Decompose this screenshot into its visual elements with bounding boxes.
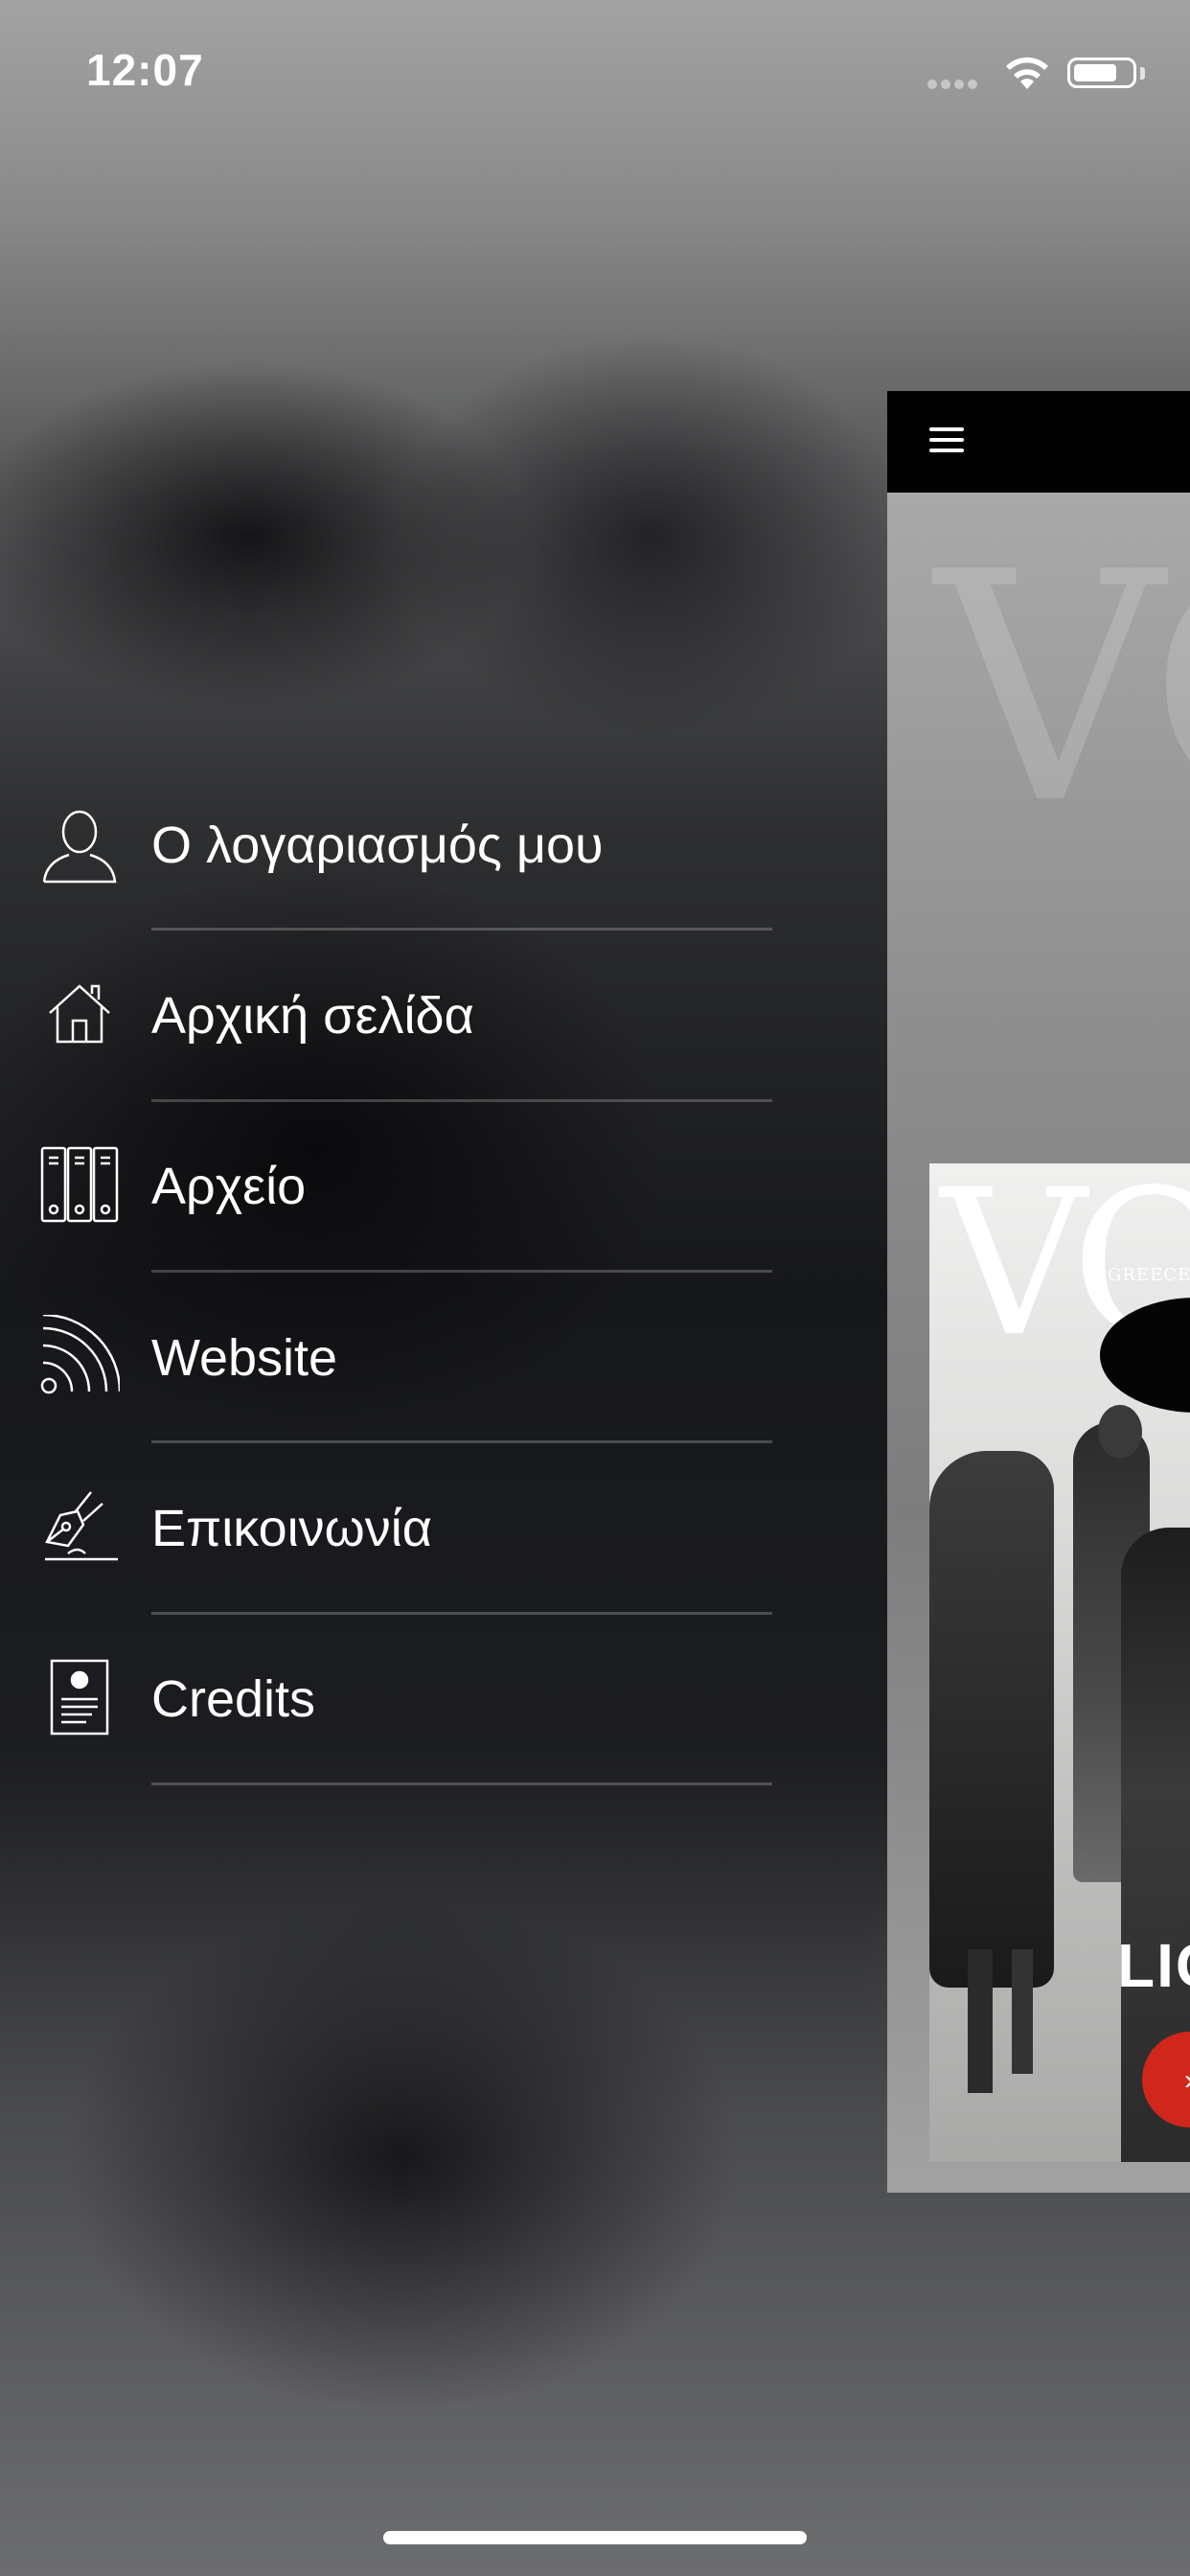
battery-icon [1067,58,1136,88]
menu-divider [151,1612,772,1615]
status-time: 12:07 [86,45,204,95]
menu-divider [151,1270,772,1273]
cover-horse-figure [929,1451,1054,1988]
status-bar: 12:07 [0,0,1190,144]
background-logo: VO [935,505,1190,873]
user-icon [38,803,121,886]
cover-subtitle: GREECE [1108,1265,1190,1285]
cover-headline: LIG [1117,1931,1190,2000]
home-indicator[interactable] [383,2531,807,2544]
menu-divider [151,1440,772,1443]
menu-item-label: Ο λογαριασμός μου [151,816,604,874]
menu-item-website[interactable]: Website [0,1276,776,1446]
home-icon [38,973,121,1055]
preview-nav-bar [887,391,1190,493]
menu-item-archive[interactable]: Αρχείο [0,1105,776,1276]
id-card-icon [38,1656,121,1738]
archive-binders-icon [38,1143,121,1226]
menu-divider [151,928,772,931]
menu-item-contact[interactable]: Επικοινωνία [0,1447,776,1618]
menu-item-home[interactable]: Αρχική σελίδα [0,934,776,1105]
menu-divider [151,1782,772,1785]
app-content-preview[interactable]: VO VO GREECE LIG F › [887,391,1190,2193]
preview-body: VO VO GREECE LIG F › [887,493,1190,2193]
menu-item-label: Επικοινωνία [151,1500,433,1557]
menu-item-label: Αρχείο [151,1158,307,1215]
menu-item-label: Credits [151,1670,316,1728]
menu-item-account[interactable]: Ο λογαριασμός μου [0,763,776,933]
menu-divider [151,1099,772,1102]
battery-tip [1140,67,1145,80]
rss-feed-icon [38,1314,121,1396]
cellular-signal-icon [927,77,981,94]
menu-item-label: Website [151,1329,338,1387]
menu-item-credits[interactable]: Credits [0,1618,776,1788]
menu-item-label: Αρχική σελίδα [151,987,474,1045]
arrow-icon: › [1184,2064,1190,2097]
hamburger-menu-icon[interactable] [929,427,964,454]
pen-sign-icon [38,1485,121,1568]
magazine-cover[interactable]: VO GREECE LIG F [929,1163,1190,2162]
wifi-icon [1002,53,1052,96]
